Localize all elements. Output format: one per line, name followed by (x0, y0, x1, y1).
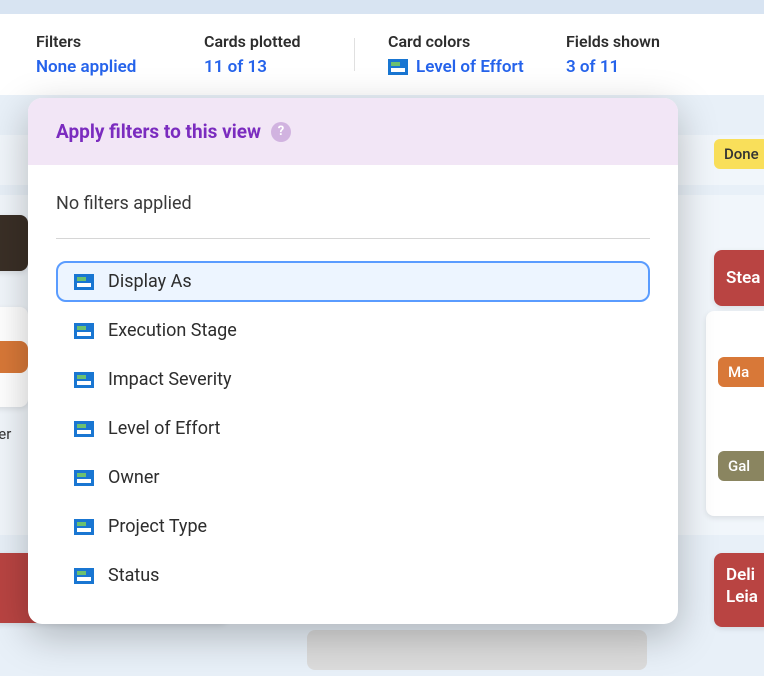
filter-popover: Apply filters to this view ? No filters … (28, 98, 678, 624)
toolbar-cards-plotted[interactable]: Cards plotted 11 of 13 (204, 32, 354, 77)
filter-field-item-label: Status (108, 565, 159, 586)
tag-orange: Ma (718, 357, 764, 387)
field-type-icon (718, 421, 738, 437)
card-grey-mid[interactable] (307, 630, 647, 670)
card-white-right[interactable]: Ma Gal (706, 311, 764, 516)
filter-field-list: Display As Execution Stage Impact Severity… (56, 261, 650, 596)
filter-field-item-label: Owner (108, 467, 160, 488)
filter-field-item-label: Level of Effort (108, 418, 220, 439)
field-type-icon (388, 59, 408, 75)
toolbar-fields-shown-label: Fields shown (566, 32, 726, 51)
field-type-icon (718, 327, 738, 343)
card-white-left[interactable]: act (0, 307, 28, 407)
field-type-icon (74, 274, 94, 290)
filter-field-item[interactable]: Display As (56, 261, 650, 302)
filter-field-item[interactable]: Level of Effort (56, 408, 650, 449)
view-toolbar: Filters None applied Cards plotted 11 of… (0, 14, 764, 95)
filter-field-item[interactable]: Execution Stage (56, 310, 650, 351)
help-icon[interactable]: ? (271, 122, 291, 142)
toolbar-card-colors[interactable]: Card colors Level of Effort (354, 32, 566, 77)
filter-field-item-label: Impact Severity (108, 369, 232, 390)
field-type-icon (74, 568, 94, 584)
filter-field-item-label: Display As (108, 271, 192, 292)
toolbar-filters-label: Filters (36, 32, 204, 51)
filter-field-item[interactable]: Status (56, 555, 650, 596)
toolbar-fields-shown-value: 3 of 11 (566, 57, 726, 77)
toolbar-card-colors-label: Card colors (388, 32, 566, 51)
card-text-ner: ner (0, 425, 11, 443)
field-type-icon (74, 470, 94, 486)
filter-field-item-label: Execution Stage (108, 320, 237, 341)
filter-popover-body: No filters applied Display As Execution S… (28, 165, 678, 624)
filter-field-item[interactable]: Project Type (56, 506, 650, 547)
field-type-icon (74, 323, 94, 339)
field-type-icon (74, 421, 94, 437)
card-red-stea[interactable]: Stea (714, 250, 764, 306)
filter-empty-text: No filters applied (56, 173, 650, 238)
toolbar-card-colors-value: Level of Effort (388, 57, 566, 77)
card-inner-orange (0, 341, 28, 373)
toolbar-filters-value: None applied (36, 57, 204, 77)
field-type-icon (74, 372, 94, 388)
tag-olive: Gal (718, 451, 764, 481)
toolbar-fields-shown[interactable]: Fields shown 3 of 11 (566, 32, 726, 77)
toolbar-cards-plotted-label: Cards plotted (204, 32, 354, 51)
filter-popover-header: Apply filters to this view ? (28, 98, 678, 165)
filter-popover-title: Apply filters to this view (56, 120, 261, 143)
top-strip (0, 0, 764, 14)
filter-field-item-label: Project Type (108, 516, 207, 537)
filter-field-item[interactable]: Owner (56, 457, 650, 498)
divider (56, 238, 650, 239)
status-pill-done[interactable]: Done (714, 139, 764, 169)
toolbar-cards-plotted-value: 11 of 13 (204, 57, 354, 77)
toolbar-filters[interactable]: Filters None applied (36, 32, 204, 77)
field-type-icon (74, 519, 94, 535)
card-red-deli[interactable]: Deli Leia (714, 553, 764, 627)
filter-field-item[interactable]: Impact Severity (56, 359, 650, 400)
card-dark[interactable]: p th (0, 215, 28, 271)
